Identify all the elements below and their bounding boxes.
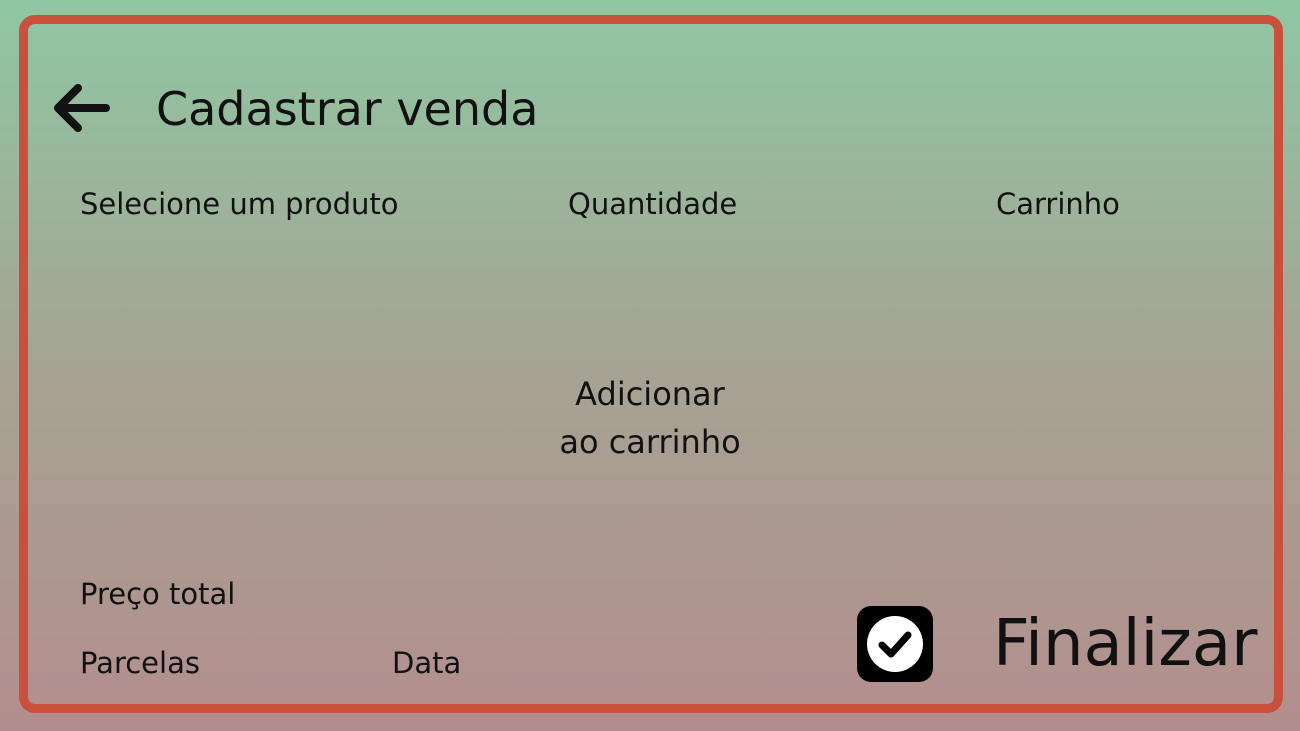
cart-label: Carrinho [996,187,1120,221]
back-button[interactable] [46,80,114,136]
check-square-icon [854,603,936,685]
arrow-left-icon [54,84,110,132]
installments-label: Parcelas [80,646,200,680]
page-title: Cadastrar venda [156,82,539,136]
add-to-cart-button[interactable]: Adicionar ao carrinho [540,370,760,466]
add-to-cart-label-line2: ao carrinho [559,423,741,461]
finalize-button[interactable]: Finalizar [854,598,1257,690]
finalize-label: Finalizar [993,607,1258,681]
product-select-label[interactable]: Selecione um produto [80,186,399,222]
add-to-cart-label-line1: Adicionar [575,375,725,413]
quantity-label: Quantidade [568,187,738,221]
date-label: Data [392,646,462,680]
total-price-label: Preço total [80,577,236,611]
